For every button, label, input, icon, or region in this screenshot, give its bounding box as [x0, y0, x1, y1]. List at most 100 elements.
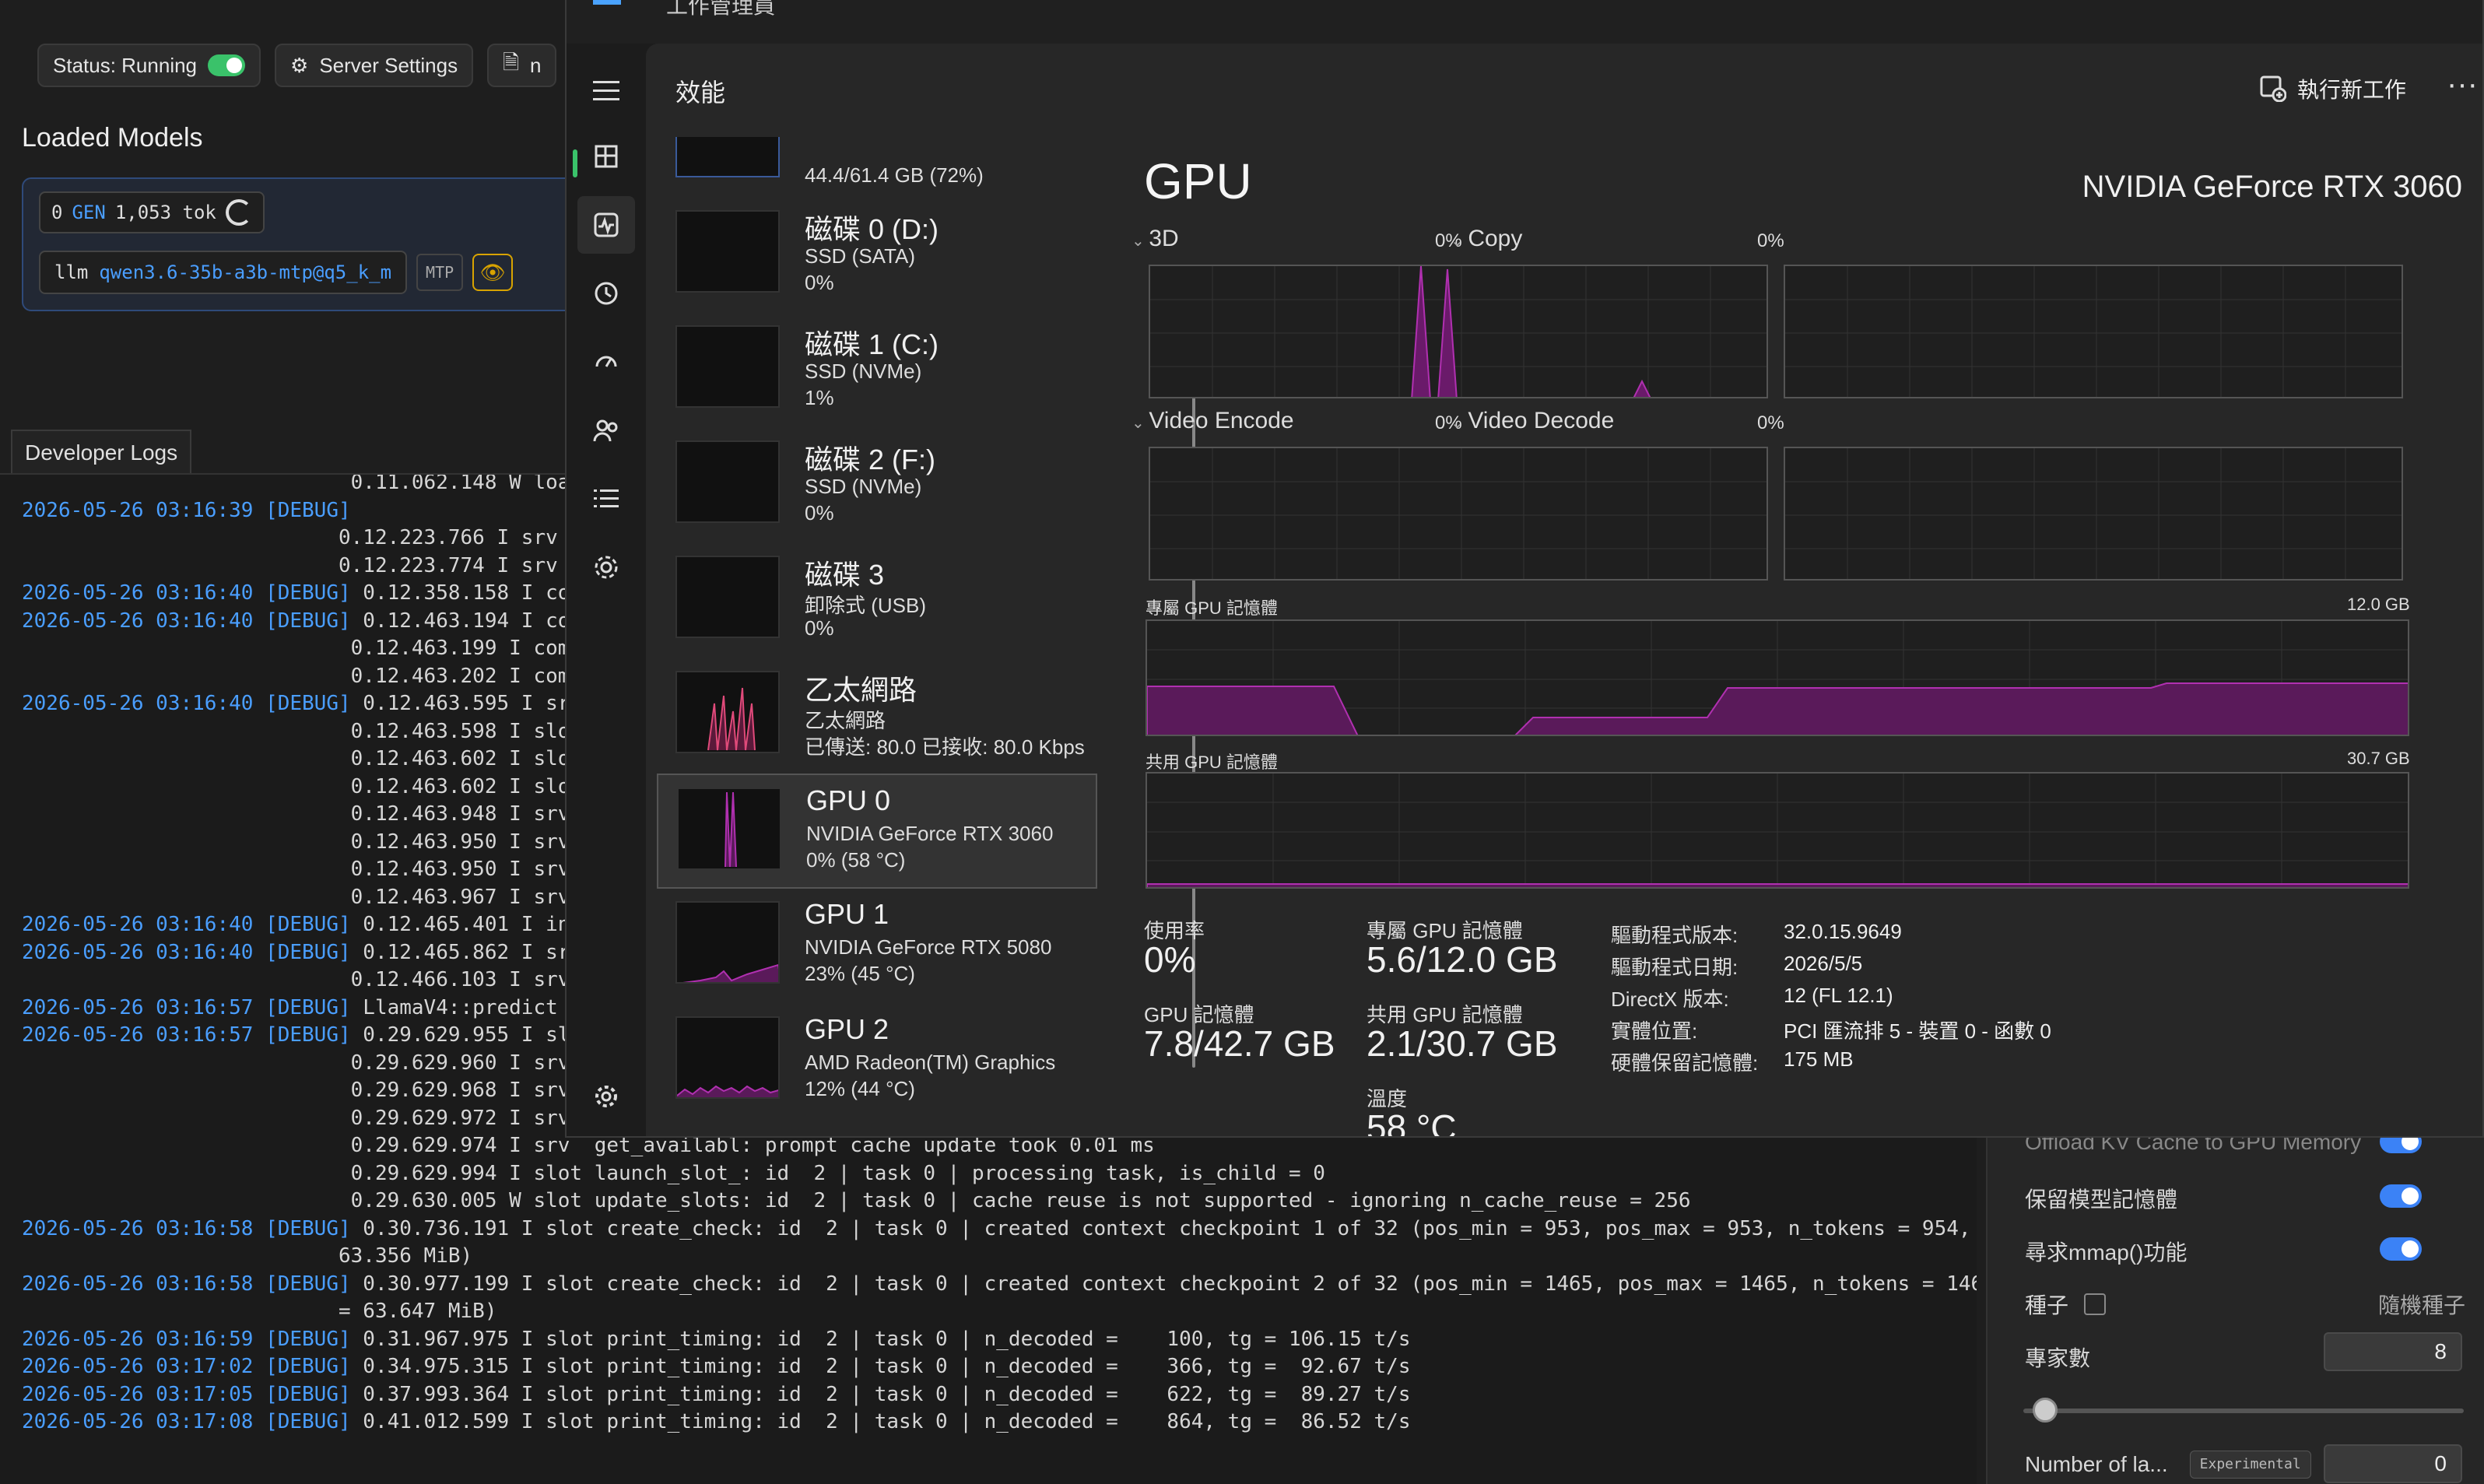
settings-gear-icon[interactable] — [577, 1068, 635, 1125]
seed-checkbox[interactable] — [2084, 1293, 2107, 1315]
device-name: GPU 2 — [805, 1013, 889, 1045]
device-thumbnail-graph — [675, 210, 780, 293]
hamburger-menu-icon[interactable] — [577, 62, 635, 120]
device-item[interactable]: 磁碟 3 卸除式 (USB) 0% — [657, 543, 1097, 658]
device-item[interactable]: 磁碟 2 (F:) SSD (NVMe) 0% — [657, 428, 1097, 543]
log-text: 0.12.463.602 I slot — [22, 747, 583, 770]
status-switch[interactable] — [208, 54, 246, 76]
title-bar[interactable]: 工作管理員 — [567, 0, 2482, 44]
device-name: GPU 1 — [805, 898, 889, 930]
device-item[interactable]: GPU 0 NVIDIA GeForce RTX 3060 0% (58 °C) — [657, 774, 1097, 889]
graph-copy — [1784, 265, 2403, 398]
device-item[interactable]: GPU 2 AMD Radeon(TM) Graphics 12% (44 °C) — [657, 1004, 1097, 1119]
server-settings-button[interactable]: ⚙ Server Settings — [275, 44, 474, 87]
driver-info-label: 硬體保留記憶體: — [1611, 1051, 1759, 1075]
mmap-toggle[interactable] — [2380, 1237, 2422, 1261]
tab-developer-logs[interactable]: Developer Logs — [11, 430, 192, 475]
model-kind: llm — [54, 261, 89, 283]
run-new-task-button[interactable]: 執行新工作 — [2260, 73, 2406, 104]
device-stat: 0% — [805, 616, 834, 640]
graph-copy-label[interactable]: ⌄ Copy — [1451, 226, 1522, 252]
docs-button[interactable]: 🗎 n — [487, 44, 557, 87]
gen-tokens: 1,053 tok — [114, 202, 216, 223]
log-text: 0.12.463.598 I slot — [22, 719, 583, 743]
model-settings-panel: Offload KV Cache to GPU Memory 保留模型記憶體 尋… — [1986, 1121, 2484, 1484]
services-icon[interactable] — [577, 539, 635, 596]
log-text: 0.12.463.967 I srv — [22, 885, 570, 909]
device-item[interactable]: 乙太網路 乙太網路 已傳送: 80.0 已接收: 80.0 Kbps — [657, 658, 1097, 774]
log-text: 0.12.463.194 I comm — [350, 609, 595, 633]
experts-slider-thumb[interactable] — [2033, 1398, 2058, 1423]
device-thumbnail-graph — [675, 440, 780, 523]
log-line: 2026-05-26 03:17:05 [DEBUG] 0.37.993.364… — [22, 1381, 1410, 1409]
details-list-icon[interactable] — [577, 470, 635, 528]
log-text: 0.12.463.602 I slot — [22, 774, 583, 798]
more-options-icon[interactable]: ··· — [2447, 67, 2478, 102]
performance-icon[interactable] — [577, 196, 635, 254]
gears-icon: ⚙ — [290, 53, 309, 77]
num-layers-label: Number of la... — [2025, 1452, 2168, 1476]
log-text: 0.29.629.955 I slot — [350, 1023, 595, 1047]
processes-icon[interactable] — [577, 128, 635, 185]
device-item[interactable]: GPU 1 NVIDIA GeForce RTX 5080 23% (45 °C) — [657, 889, 1097, 1004]
log-line: 63.356 MiB) — [22, 1242, 472, 1270]
keep-model-toggle[interactable] — [2380, 1184, 2422, 1208]
log-text: 0.12.463.948 I srv — [22, 802, 570, 826]
experts-slider-track[interactable] — [2023, 1409, 2464, 1413]
driver-info-value: 32.0.15.9649 — [1784, 920, 1902, 943]
device-stat: 0% — [805, 501, 834, 524]
gpu-model-name: NVIDIA GeForce RTX 3060 — [2082, 170, 2462, 204]
log-timestamp: 2026-05-26 03:17:08 [DEBUG] — [22, 1410, 351, 1433]
num-layers-input[interactable]: 0 — [2324, 1444, 2462, 1483]
log-line: 2026-05-26 03:16:40 [DEBUG] 0.12.465.401… — [22, 910, 595, 938]
log-line: 2026-05-26 03:16:40 [DEBUG] 0.12.358.158… — [22, 579, 595, 607]
device-item[interactable]: 磁碟 0 (D:) SSD (SATA) 0% — [657, 198, 1097, 313]
graph-video-encode-label[interactable]: ⌄ Video Encode — [1131, 408, 1294, 434]
log-line: 2026-05-26 03:16:58 [DEBUG] 0.30.736.191… — [22, 1215, 1977, 1243]
task-manager-window: 工作管理員 效能 執行新工作 ··· 44.4/61.4 GB (72%) 磁碟… — [565, 0, 2484, 1138]
log-line: 0.12.463.967 I srv — [22, 883, 570, 911]
graph-video-encode — [1149, 447, 1768, 581]
log-text: 0.12.465.862 I srv — [350, 940, 583, 964]
log-timestamp: 2026-05-26 03:16:58 [DEBUG] — [22, 1216, 351, 1240]
graph-copy-pct: 0% — [1757, 230, 1784, 251]
log-text: 0.12.463.595 I srv — [350, 692, 583, 715]
log-text: LlamaV4::predict sl — [350, 995, 595, 1019]
log-text: 0.30.736.191 I slot create_check: id 2 |… — [350, 1216, 1977, 1240]
log-timestamp: 2026-05-26 03:16:39 [DEBUG] — [22, 498, 351, 522]
device-subtitle: NVIDIA GeForce RTX 5080 — [805, 935, 1052, 959]
dedicated-stat-value: 5.6/12.0 GB — [1367, 939, 1558, 980]
device-item[interactable]: 磁碟 1 (C:) SSD (NVMe) 1% — [657, 313, 1097, 428]
log-text: 0.12.358.158 I comm — [350, 581, 595, 605]
eye-icon[interactable]: 👁 — [472, 254, 514, 291]
server-settings-label: Server Settings — [319, 53, 458, 77]
experts-input[interactable]: 8 — [2324, 1332, 2462, 1371]
log-timestamp: 2026-05-26 03:16:40 [DEBUG] — [22, 609, 351, 633]
device-stat: 0% (58 °C) — [806, 848, 906, 872]
log-text: 0.11.062.148 W load — [22, 473, 583, 494]
status-toggle[interactable]: Status: Running — [37, 44, 261, 87]
graph-3d-label[interactable]: ⌄ 3D — [1131, 226, 1179, 252]
log-timestamp: 2026-05-26 03:16:40 [DEBUG] — [22, 581, 351, 605]
app-history-icon[interactable] — [577, 265, 635, 322]
shared-memory-max: 30.7 GB — [2347, 749, 2410, 768]
dedicated-memory-max: 12.0 GB — [2347, 595, 2410, 614]
model-chip[interactable]: llm qwen3.6-35b-a3b-mtp@q5_k_m — [39, 251, 408, 294]
log-text: 0.29.630.005 W slot update_slots: id 2 |… — [22, 1189, 1691, 1212]
device-thumbnail-graph — [675, 901, 780, 984]
users-icon[interactable] — [577, 402, 635, 459]
loading-spinner-icon — [225, 199, 252, 226]
dedicated-memory-label: 專屬 GPU 記憶體 — [1146, 598, 1278, 618]
driver-info-value: 175 MB — [1784, 1047, 1854, 1071]
num-layers-row: Number of la... Experimental — [2025, 1451, 2311, 1479]
graph-video-decode-label[interactable]: ⌄ Video Decode — [1451, 408, 1614, 434]
device-name: 磁碟 0 (D:) — [805, 213, 939, 245]
device-subtitle: SSD (NVMe) — [805, 360, 922, 383]
device-item[interactable]: 44.4/61.4 GB (72%) — [657, 137, 1097, 198]
log-line: 0.12.463.199 I comm — [22, 634, 582, 662]
startup-apps-icon[interactable] — [577, 333, 635, 391]
driver-info-label: 驅動程式日期: — [1611, 956, 1738, 979]
log-line: 0.12.463.602 I slot — [22, 773, 582, 801]
log-line: 2026-05-26 03:17:02 [DEBUG] 0.34.975.315… — [22, 1352, 1410, 1381]
log-line: 0.29.629.994 I slot launch_slot_: id 2 |… — [22, 1159, 1325, 1188]
